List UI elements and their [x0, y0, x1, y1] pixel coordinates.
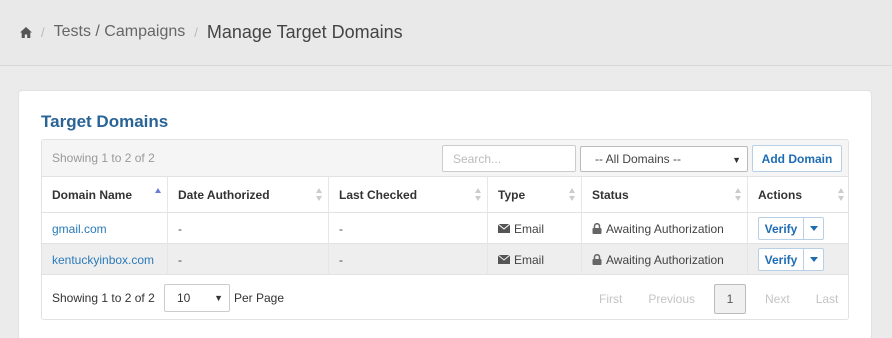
- domain-filter-select[interactable]: -- All Domains -- ▼: [580, 146, 748, 172]
- actions-dropdown-toggle[interactable]: [804, 217, 824, 240]
- column-header-actions[interactable]: Actions: [748, 177, 848, 213]
- column-header-last-checked[interactable]: Last Checked: [329, 177, 488, 213]
- domain-link[interactable]: kentuckyinbox.com: [52, 253, 154, 267]
- panel-title: Target Domains: [41, 112, 169, 131]
- breadcrumb-tests-campaigns[interactable]: Tests / Campaigns: [54, 23, 186, 41]
- lock-icon: [592, 254, 602, 265]
- breadcrumb: / Tests / Campaigns / Manage Target Doma…: [20, 20, 403, 44]
- breadcrumb-separator: /: [194, 24, 198, 40]
- column-header-label: Status: [592, 188, 629, 202]
- pagination-page-current[interactable]: 1: [714, 284, 747, 314]
- verify-button[interactable]: Verify: [758, 217, 804, 240]
- type-label: Email: [514, 221, 545, 236]
- domain-filter-value: -- All Domains --: [595, 152, 682, 166]
- column-header-status[interactable]: Status: [582, 177, 748, 213]
- home-icon[interactable]: [20, 26, 32, 38]
- envelope-icon: [498, 255, 510, 264]
- cell-type: Email: [488, 244, 582, 275]
- cell-domain: kentuckyinbox.com: [42, 244, 168, 275]
- cell-last-checked: -: [329, 244, 488, 275]
- caret-down-icon: [809, 226, 818, 231]
- pagination-last[interactable]: Last: [803, 284, 848, 314]
- per-page-value: 10: [177, 291, 191, 305]
- header-bar: / Tests / Campaigns / Manage Target Doma…: [0, 0, 892, 66]
- actions-dropdown-toggle[interactable]: [804, 248, 824, 271]
- sort-ascending-icon: [155, 188, 162, 202]
- column-header-label: Actions: [758, 188, 803, 202]
- sort-icon: [316, 188, 323, 202]
- table-toolbar: Showing 1 to 2 of 2 -- All Domains -- ▼ …: [42, 140, 848, 177]
- table-info-top: Showing 1 to 2 of 2: [52, 151, 155, 165]
- add-domain-button[interactable]: Add Domain: [752, 145, 842, 172]
- verify-split-button: Verify: [758, 248, 824, 271]
- column-header-label: Date Authorized: [178, 188, 270, 202]
- pagination: First Previous 1 Next Last: [586, 284, 848, 314]
- status-label: Awaiting Authorization: [606, 252, 724, 267]
- table-row: kentuckyinbox.com - - Email Awaiting Aut…: [42, 244, 848, 275]
- cell-status: Awaiting Authorization: [582, 244, 748, 275]
- column-header-label: Last Checked: [339, 188, 418, 202]
- type-label: Email: [514, 252, 545, 267]
- lock-icon: [592, 223, 602, 234]
- per-page-select[interactable]: 10 ▼: [164, 284, 230, 312]
- cell-date-authorized: -: [168, 244, 329, 275]
- envelope-icon: [498, 224, 510, 233]
- column-header-label: Type: [498, 188, 526, 202]
- verify-split-button: Verify: [758, 217, 824, 240]
- domains-table-box: Showing 1 to 2 of 2 -- All Domains -- ▼ …: [41, 139, 849, 320]
- column-header-type[interactable]: Type: [488, 177, 582, 213]
- chevron-down-icon: ▼: [732, 155, 741, 165]
- column-header-domain-name[interactable]: Domain Name: [42, 177, 168, 213]
- domain-link[interactable]: gmail.com: [52, 222, 107, 236]
- table-header: Domain Name Date Authorized Last Checked…: [42, 177, 848, 213]
- table-row: gmail.com - - Email Awaiting Authorizati…: [42, 213, 848, 244]
- per-page-label: Per Page: [234, 291, 285, 305]
- chevron-down-icon: ▼: [214, 293, 223, 303]
- cell-status: Awaiting Authorization: [582, 213, 748, 244]
- sort-icon: [569, 188, 576, 202]
- cell-type: Email: [488, 213, 582, 244]
- column-header-date-authorized[interactable]: Date Authorized: [168, 177, 329, 213]
- column-header-label: Domain Name: [52, 188, 133, 202]
- sort-icon: [838, 188, 845, 202]
- pagination-previous[interactable]: Previous: [635, 284, 708, 314]
- cell-domain: gmail.com: [42, 213, 168, 244]
- sort-icon: [735, 188, 742, 202]
- table-footer: Showing 1 to 2 of 2 10 ▼ Per Page First …: [42, 276, 848, 319]
- sort-icon: [475, 188, 482, 202]
- pagination-first[interactable]: First: [586, 284, 635, 314]
- pagination-next[interactable]: Next: [752, 284, 803, 314]
- table-info-bottom: Showing 1 to 2 of 2: [52, 291, 155, 305]
- caret-down-icon: [809, 257, 818, 262]
- cell-date-authorized: -: [168, 213, 329, 244]
- cell-last-checked: -: [329, 213, 488, 244]
- breadcrumb-separator: /: [41, 24, 45, 40]
- target-domains-panel: Target Domains Showing 1 to 2 of 2 -- Al…: [18, 90, 872, 338]
- verify-button[interactable]: Verify: [758, 248, 804, 271]
- search-input[interactable]: [442, 145, 576, 172]
- page-title: Manage Target Domains: [206, 21, 403, 42]
- status-label: Awaiting Authorization: [606, 221, 724, 236]
